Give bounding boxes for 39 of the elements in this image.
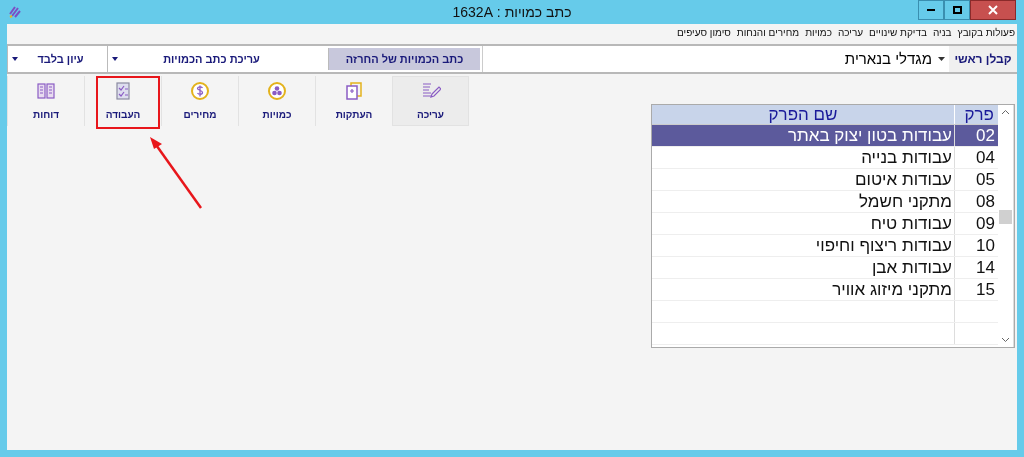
book-icon: [36, 80, 56, 101]
menu-item[interactable]: סימון סעיפים: [677, 24, 731, 40]
table-cell-text: עבודות אבן: [870, 257, 953, 278]
app-icon: [8, 5, 22, 19]
table-cell-text: עבודות ריצוף וחיפוי: [814, 235, 953, 256]
column-header[interactable]: שם הפרק: [652, 105, 954, 124]
menu-item[interactable]: כמויות: [805, 24, 832, 40]
chevron-up-icon: [1002, 110, 1009, 114]
list-pencil-icon: [420, 80, 441, 101]
menu-item[interactable]: פעולות בקובץ: [957, 24, 1015, 40]
highlight-box: [96, 76, 160, 129]
chevron-down-icon: [1002, 338, 1009, 342]
checklist-icon: [113, 80, 133, 101]
caret-icon: [112, 57, 118, 61]
menu-item[interactable]: מחירים והנחות: [736, 24, 800, 40]
table-cell-text: מתקני חשמל: [858, 191, 953, 212]
caret-icon: [938, 57, 945, 61]
close-icon: [988, 5, 998, 15]
menu-item[interactable]: בדיקת שינויים: [869, 24, 927, 40]
tool-button[interactable]: עריכה: [392, 76, 469, 126]
table-cell-text: עבודות בנייה: [860, 147, 953, 168]
circles-icon: [267, 80, 287, 101]
caret-icon: [12, 57, 18, 61]
table-cell-text: עבודות בטון יצוק באתר: [786, 125, 953, 146]
table-cell-text: עבודות טיח: [869, 213, 953, 234]
menu-item[interactable]: בניה: [933, 24, 952, 40]
minimize-button[interactable]: [918, 0, 944, 20]
dollar-icon: [190, 80, 210, 101]
document-plus-icon: [344, 80, 364, 101]
scrollbar-thumb[interactable]: [999, 210, 1012, 224]
scrollbar[interactable]: [998, 105, 1014, 347]
close-button[interactable]: [970, 0, 1016, 20]
contractor-label: קבלן ראשי: [949, 46, 1017, 72]
window-title: כתב כמויות : 1632A: [452, 2, 572, 22]
menu-item[interactable]: עריכה: [837, 24, 864, 40]
table-cell-text: עבודות איטום: [854, 169, 953, 190]
mode-button[interactable]: כתב הכמויות של החרזה: [328, 48, 480, 70]
maximize-button[interactable]: [944, 0, 970, 20]
table-cell-text: מתקני מיזוג אוויר: [831, 279, 953, 300]
